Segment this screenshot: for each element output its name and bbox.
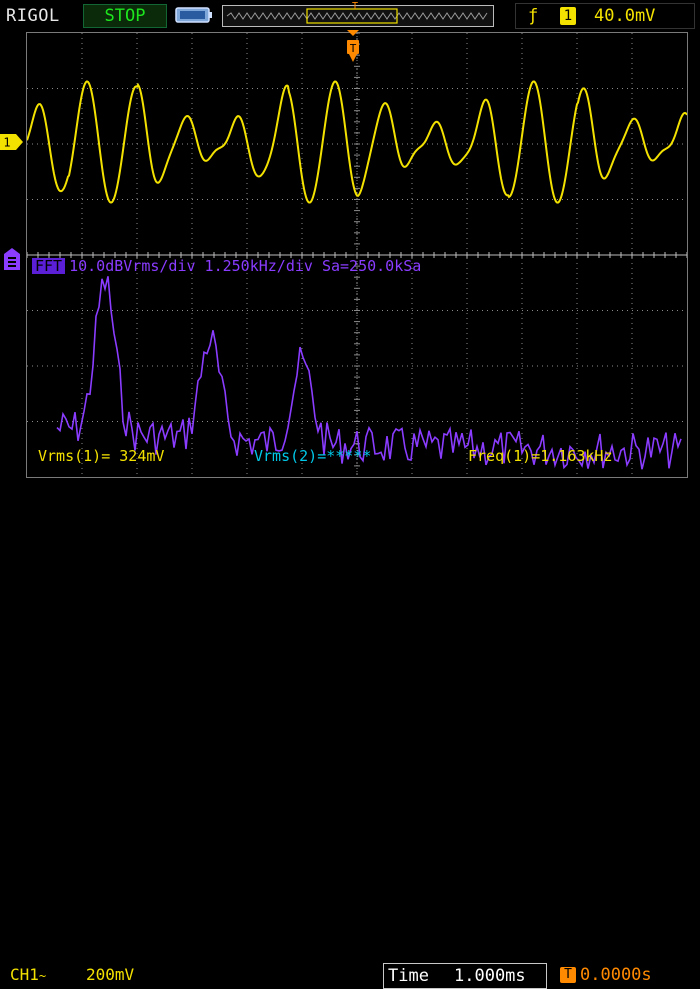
- rising-edge-icon: ƒ: [528, 6, 539, 26]
- measurement-vrms-ch1: Vrms(1)= 324mV: [38, 447, 165, 465]
- fft-settings-label: FFT 10.0dBVrms/div 1.250kHz/div Sa=250.0k…: [32, 258, 421, 274]
- svg-text:T: T: [350, 42, 357, 55]
- trigger-offset-icon: T: [560, 967, 576, 983]
- math-channel-marker[interactable]: [4, 248, 20, 270]
- trigger-info-panel[interactable]: ƒ 1 40.0mV: [515, 3, 695, 29]
- trigger-source-badge: 1: [560, 7, 576, 25]
- svg-text:1: 1: [3, 136, 10, 150]
- ac-coupling-icon: ~: [38, 969, 47, 983]
- waveform-display[interactable]: [26, 32, 688, 478]
- channel1-scale: 200mV: [86, 965, 135, 984]
- measurement-freq-ch1: Freq(1)=1.163kHz: [468, 447, 613, 465]
- run-status-badge[interactable]: STOP: [83, 4, 167, 28]
- waveform-graticule: [26, 32, 688, 477]
- top-status-bar: RIGOL STOP T ƒ 1 40.0mV: [0, 0, 700, 30]
- timebase-panel[interactable]: Time 1.000ms: [383, 963, 547, 989]
- trigger-offset-panel[interactable]: T 0.0000s: [554, 963, 694, 987]
- fft-spectrum-trace: [56, 276, 682, 470]
- measurement-vrms-ch2: Vrms(2)=*****: [254, 447, 372, 465]
- brand-logo: RIGOL: [6, 6, 60, 26]
- fft-info-text: 10.0dBVrms/div 1.250kHz/div Sa=250.0kSa: [69, 257, 422, 275]
- trigger-position-marker-icon[interactable]: T: [345, 30, 361, 66]
- fft-tag: FFT: [32, 258, 66, 274]
- memory-trigger-pointer-icon: T: [352, 1, 358, 10]
- memory-depth-icon: [175, 7, 212, 23]
- channel1-settings[interactable]: CH1~ 200mV: [4, 963, 162, 987]
- timebase-label: Time: [388, 966, 429, 986]
- channel1-label: CH1~: [10, 965, 47, 984]
- bottom-status-bar: CH1~ 200mV Time 1.000ms T 0.0000s: [0, 480, 700, 989]
- timebase-value: 1.000ms: [454, 966, 526, 986]
- channel1-marker-icon: 1: [0, 134, 23, 150]
- trigger-offset-value: 0.0000s: [580, 965, 652, 985]
- channel1-offset-marker[interactable]: 1: [0, 134, 24, 150]
- math-marker-icon: [4, 248, 20, 270]
- trigger-level-value: 40.0mV: [594, 6, 656, 26]
- svg-text:T: T: [352, 1, 358, 10]
